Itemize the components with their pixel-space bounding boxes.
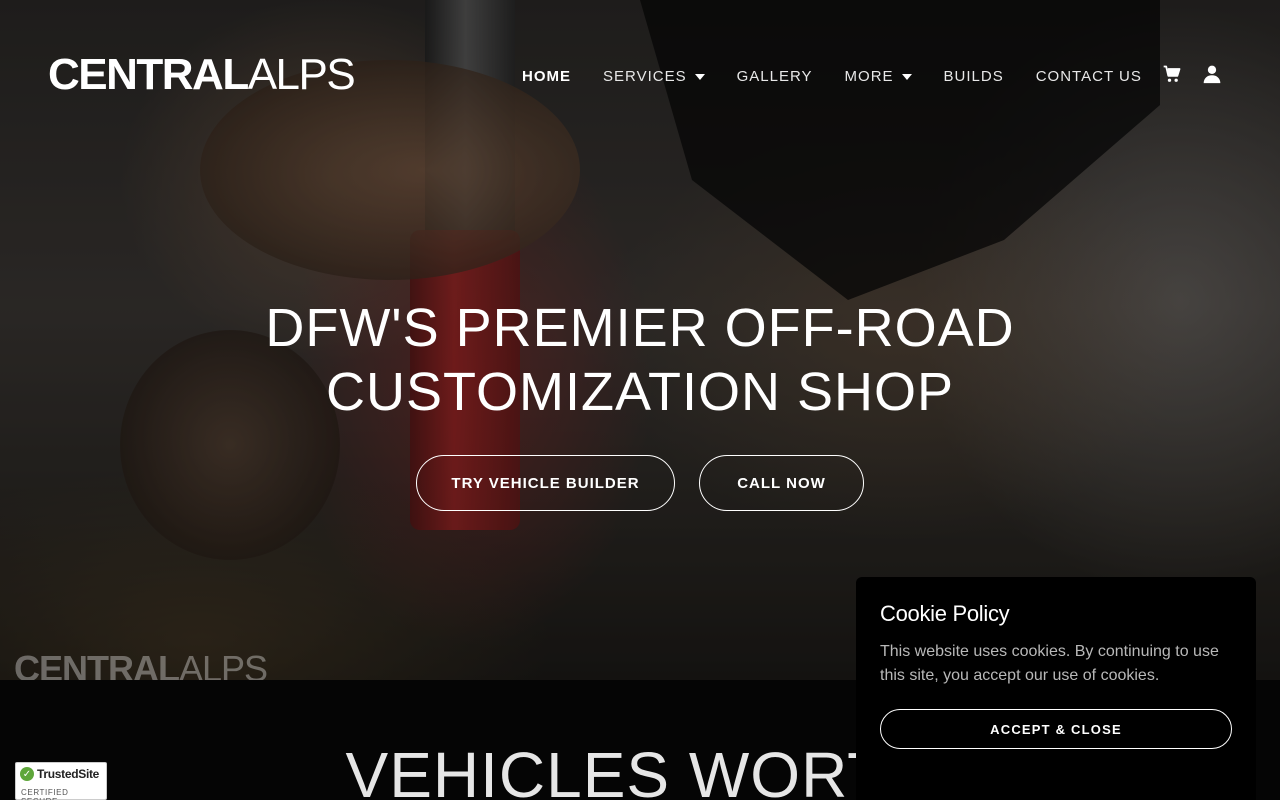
nav-label: SERVICES — [603, 68, 687, 85]
nav-label: GALLERY — [736, 68, 813, 85]
logo-bold-text: CENTRAL — [48, 50, 249, 99]
cart-icon[interactable] — [1162, 64, 1182, 84]
checkmark-icon: ✓ — [20, 767, 34, 781]
cookie-policy-banner: Cookie Policy This website uses cookies.… — [856, 577, 1256, 800]
nav-label: CONTACT US — [1035, 68, 1142, 85]
badge-name: TrustedSite — [37, 767, 100, 781]
nav-item-contact-us[interactable]: CONTACT US — [1036, 68, 1142, 85]
headline-line-1: DFW'S PREMIER OFF-ROAD — [265, 298, 1015, 358]
try-vehicle-builder-button[interactable]: TRY VEHICLE BUILDER — [416, 455, 675, 511]
user-icon[interactable] — [1202, 64, 1222, 84]
hero-watermark-logo: CENTRALALPS — [14, 648, 268, 680]
main-nav: HOME SERVICES GALLERY MORE BUILDS CONTAC… — [522, 68, 1174, 85]
cookie-text: This website uses cookies. By continuing… — [880, 643, 1219, 684]
nav-item-more[interactable]: MORE — [845, 68, 912, 85]
cookie-title: Cookie Policy — [880, 601, 1010, 626]
hero-headline: DFW'S PREMIER OFF-ROAD CUSTOMIZATION SHO… — [0, 296, 1280, 424]
caret-down-icon — [694, 73, 705, 80]
trustedsite-badge[interactable]: ✓ TrustedSite CERTIFIED SECURE — [15, 762, 107, 800]
nav-label: BUILDS — [943, 68, 1004, 85]
call-now-button[interactable]: CALL NOW — [699, 455, 864, 511]
watermark-bold-text: CENTRAL — [14, 648, 180, 680]
accept-close-button[interactable]: ACCEPT & CLOSE — [880, 709, 1232, 749]
nav-label: MORE — [844, 68, 894, 85]
nav-item-builds[interactable]: BUILDS — [944, 68, 1004, 85]
headline-line-2: CUSTOMIZATION SHOP — [325, 362, 955, 422]
logo-light-text: ALPS — [247, 50, 356, 99]
nav-item-services[interactable]: SERVICES — [603, 68, 705, 85]
nav-label: HOME — [522, 68, 571, 85]
site-logo[interactable]: CENTRALALPS — [48, 50, 356, 100]
nav-item-gallery[interactable]: GALLERY — [737, 68, 813, 85]
caret-down-icon — [901, 73, 912, 80]
badge-subtitle: CERTIFIED SECURE — [21, 788, 69, 800]
nav-item-home[interactable]: HOME — [522, 68, 571, 85]
watermark-light-text: ALPS — [178, 648, 268, 680]
badge-header: ✓ TrustedSite — [20, 767, 99, 781]
